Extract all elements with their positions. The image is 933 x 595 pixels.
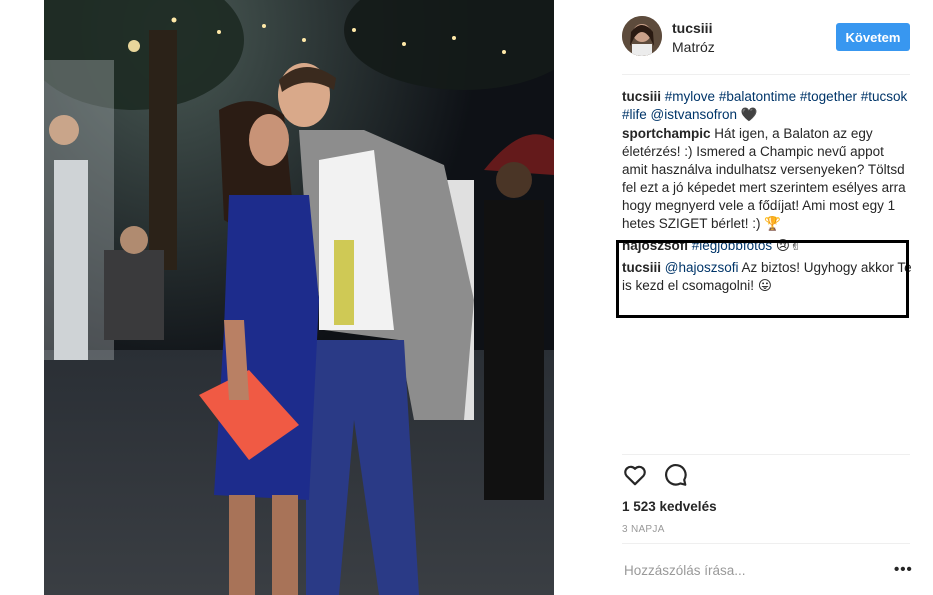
follow-button[interactable]: Követem xyxy=(836,23,910,51)
post-photo[interactable] xyxy=(44,0,554,595)
photo-illustration xyxy=(44,0,554,595)
caption-tag[interactable]: #tucsok xyxy=(861,89,908,104)
comment-username[interactable]: sportchampic xyxy=(622,126,711,141)
post-header: tucsiii Matróz Követem xyxy=(622,14,912,62)
avatar-image xyxy=(622,16,662,56)
comment-input[interactable] xyxy=(622,562,876,579)
tongue-emoji: 😛 xyxy=(757,278,772,293)
heart-outline-icon[interactable] xyxy=(622,462,648,488)
heart-emoji: 🖤 xyxy=(740,107,758,122)
caption-tag[interactable]: #mylove xyxy=(665,89,715,104)
comment-bubble-icon[interactable] xyxy=(662,462,688,488)
likes-count[interactable]: 1 523 kedvelés xyxy=(622,499,717,514)
post-actions xyxy=(622,462,722,492)
trophy-emoji: 🏆 xyxy=(764,216,782,231)
caption-tag[interactable]: #life xyxy=(622,107,647,122)
comment-item: hajoszsofi #legjobbfotos 😢✌ xyxy=(622,237,912,255)
comment-mention[interactable]: @hajoszsofi xyxy=(665,260,739,275)
caption-tag[interactable]: #together xyxy=(800,89,857,104)
post-time[interactable]: 3 NAPJA xyxy=(622,524,665,535)
comment-item: tucsiii @hajoszsofi Az biztos! Ugyhogy a… xyxy=(622,259,912,295)
input-divider xyxy=(622,543,910,544)
caption-username[interactable]: tucsiii xyxy=(622,89,661,104)
caption: tucsiii #mylove #balatontime #together #… xyxy=(622,88,912,124)
comment-item: sportchampic Hát igen, a Balaton az egy … xyxy=(622,125,912,233)
comment-tag[interactable]: #legjobbfotos xyxy=(692,238,772,253)
avatar[interactable] xyxy=(622,16,662,56)
caption-tag[interactable]: #balatontime xyxy=(719,89,796,104)
comment-username[interactable]: tucsiii xyxy=(622,260,661,275)
post-location[interactable]: Matróz xyxy=(672,39,715,55)
post-username[interactable]: tucsiii xyxy=(672,20,712,36)
actions-divider xyxy=(622,454,910,455)
comment-emoji: 😢✌ xyxy=(775,238,802,253)
comments-list: tucsiii #mylove #balatontime #together #… xyxy=(622,88,912,296)
header-divider xyxy=(622,74,910,75)
post-sidebar: tucsiii Matróz Követem tucsiii #mylove #… xyxy=(554,0,933,595)
more-dots-icon[interactable]: ••• xyxy=(894,562,913,578)
comment-username[interactable]: hajoszsofi xyxy=(622,238,688,253)
caption-mention[interactable]: @istvansofron xyxy=(651,107,738,122)
